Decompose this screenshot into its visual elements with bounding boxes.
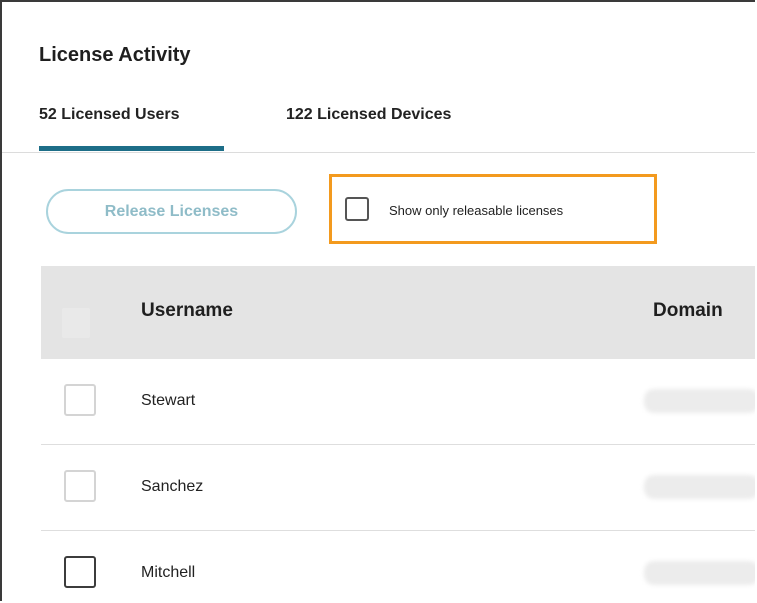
tab-licensed-users[interactable]: 52 Licensed Users [39,106,180,124]
select-all-checkbox[interactable] [62,308,90,338]
table-row[interactable]: Sanchez [41,445,755,531]
row-domain-obscured [644,561,755,585]
column-header-domain[interactable]: Domain [653,300,723,322]
column-header-username[interactable]: Username [141,300,233,322]
release-licenses-button[interactable]: Release Licenses [46,189,297,234]
page-title: License Activity [39,44,191,66]
row-checkbox[interactable] [64,384,96,416]
releasable-only-checkbox[interactable] [345,197,369,221]
row-username: Stewart [141,392,196,409]
row-checkbox[interactable] [64,470,96,502]
releasable-only-label[interactable]: Show only releasable licenses [389,203,563,218]
tab-licensed-devices[interactable]: 122 Licensed Devices [286,106,451,124]
row-domain-obscured [644,389,755,413]
table-row[interactable]: Stewart [41,359,755,445]
table-row[interactable]: Mitchell [41,531,755,601]
active-tab-indicator [39,146,224,151]
releasable-filter-highlight: Show only releasable licenses [329,174,657,244]
row-checkbox[interactable] [64,556,96,588]
tab-bar: 52 Licensed Users 122 Licensed Devices [2,106,755,153]
row-domain-obscured [644,475,755,499]
license-activity-panel: License Activity 52 Licensed Users 122 L… [0,0,755,601]
row-username: Sanchez [141,478,204,495]
row-username: Mitchell [141,564,196,581]
